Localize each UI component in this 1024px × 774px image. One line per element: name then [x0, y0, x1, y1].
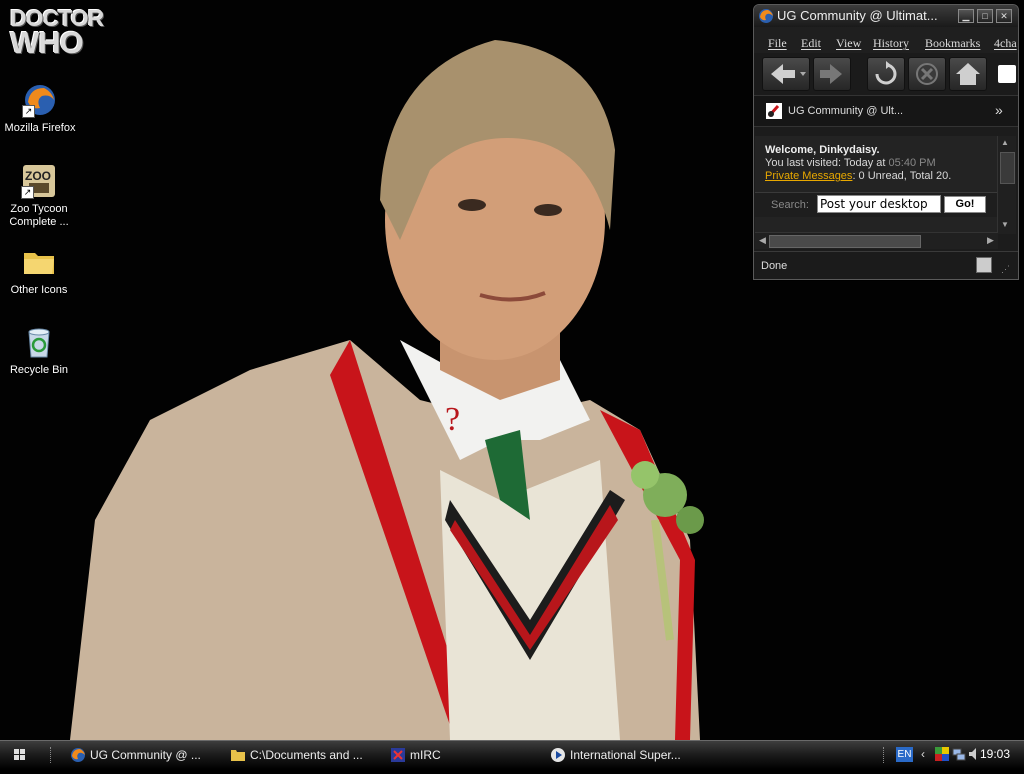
desktop-icon-zoo-tycoon[interactable]: ZOO ↗ Zoo Tycoon Complete ...	[0, 163, 79, 229]
folder-icon	[230, 747, 246, 763]
desktop-icon-label: Zoo Tycoon Complete ...	[9, 203, 69, 228]
navigation-toolbar	[754, 53, 1018, 95]
menu-history[interactable]: History	[873, 36, 909, 51]
network-icon[interactable]	[952, 747, 966, 761]
desktop-icon-firefox[interactable]: ↗ Mozilla Firefox	[0, 82, 80, 135]
mirc-icon	[390, 747, 406, 763]
tray-grip	[883, 747, 887, 763]
close-button[interactable]: ✕	[996, 9, 1012, 23]
taskbar-grip[interactable]	[50, 747, 54, 763]
vertical-scrollbar[interactable]: ▲ ▼	[997, 136, 1016, 234]
ug-favicon-icon	[766, 103, 782, 119]
task-label: UG Community @ ...	[90, 748, 201, 762]
show-hidden-icons-button[interactable]: ‹	[921, 747, 925, 761]
desktop-icon-other-icons[interactable]: Other Icons	[0, 244, 79, 297]
minimize-button[interactable]: ▁	[958, 9, 974, 23]
last-visited-label: You last visited: Today at	[765, 157, 886, 169]
taskbar: UG Community @ ... C:\Documents and ... …	[0, 740, 1024, 769]
desktop-icon-label: Other Icons	[10, 284, 68, 296]
vertical-scroll-thumb[interactable]	[1000, 152, 1015, 184]
last-visited-time: 05:40 PM	[888, 157, 936, 169]
window-title: UG Community @ Ultimat...	[777, 8, 938, 23]
media-player-icon	[550, 747, 566, 763]
desktop-icon-label: Mozilla Firefox	[4, 122, 76, 134]
private-messages-link[interactable]: Private Messages	[765, 170, 852, 182]
stop-icon	[916, 63, 938, 85]
horizontal-scroll-thumb[interactable]	[769, 235, 921, 248]
recycle-bin-icon	[21, 324, 57, 360]
home-icon	[956, 63, 980, 85]
menu-bookmarks[interactable]: Bookmarks	[925, 36, 980, 51]
back-icon	[771, 64, 806, 84]
welcome-box: Welcome, Dinkydaisy. You last visited: T…	[765, 144, 951, 183]
scroll-left-arrow-icon[interactable]: ◀	[759, 235, 766, 246]
clock[interactable]: 19:03	[980, 747, 1010, 761]
firefox-icon: ↗	[22, 82, 58, 118]
task-label: C:\Documents and ...	[250, 748, 363, 762]
tab-bar: UG Community @ Ult... »	[754, 95, 1018, 127]
volume-icon[interactable]	[968, 747, 978, 761]
folder-icon	[21, 244, 57, 280]
logo-line-2: WHO	[10, 24, 84, 60]
shortcut-arrow-icon: ↗	[22, 105, 35, 118]
menu-view[interactable]: View	[836, 36, 861, 51]
firefox-window[interactable]: UG Community @ Ultimat... ▁ □ ✕ File Edi…	[753, 4, 1019, 280]
search-input[interactable]: Post your desktop	[817, 195, 941, 213]
windows-logo-icon	[14, 749, 25, 760]
status-addon-icon[interactable]	[976, 257, 992, 273]
scroll-right-arrow-icon[interactable]: ▶	[987, 235, 994, 246]
scroll-up-arrow-icon[interactable]: ▲	[1001, 138, 1009, 147]
shortcut-arrow-icon: ↗	[21, 186, 34, 199]
menu-4chan[interactable]: 4cha	[994, 36, 1017, 51]
task-label: mIRC	[410, 748, 441, 762]
menu-bar: File Edit View History Bookmarks 4cha	[754, 27, 1018, 53]
desktop-icon-label: Recycle Bin	[9, 364, 69, 376]
resize-grip-icon[interactable]: ⋰	[1001, 264, 1010, 275]
language-indicator[interactable]: EN	[896, 747, 913, 762]
tab-overflow-button[interactable]: »	[995, 102, 1003, 118]
welcome-greeting: Welcome, Dinkydaisy.	[765, 144, 880, 156]
task-button-firefox[interactable]: UG Community @ ...	[70, 744, 210, 766]
horizontal-scrollbar[interactable]: ◀ ▶	[755, 232, 998, 249]
search-label: Search:	[771, 199, 809, 211]
firefox-icon	[70, 747, 86, 763]
stop-button[interactable]	[908, 57, 946, 91]
extension-icon[interactable]	[998, 65, 1016, 83]
svg-text:ZOO: ZOO	[25, 169, 51, 183]
reload-icon	[875, 61, 897, 85]
status-bar: Done ⋰	[754, 251, 1018, 279]
tab-title[interactable]: UG Community @ Ult...	[788, 105, 903, 117]
tray-app-icon[interactable]	[935, 747, 949, 761]
scroll-down-arrow-icon[interactable]: ▼	[1001, 220, 1009, 229]
maximize-button[interactable]: □	[977, 9, 993, 23]
status-text: Done	[761, 260, 788, 272]
task-button-media-player[interactable]: International Super...	[550, 744, 700, 766]
home-button[interactable]	[949, 57, 987, 91]
svg-text:?: ?	[445, 401, 460, 438]
desktop-icon-recycle-bin[interactable]: Recycle Bin	[0, 324, 79, 377]
reload-button[interactable]	[867, 57, 905, 91]
doctor-who-logo: DOCTOR WHO	[10, 7, 104, 60]
menu-file[interactable]: File	[768, 36, 787, 51]
pm-summary: : 0 Unread, Total 20.	[852, 170, 952, 182]
task-button-mirc[interactable]: mIRC	[390, 744, 535, 766]
go-button[interactable]: Go!	[944, 196, 986, 213]
forward-icon	[820, 64, 842, 84]
search-row: Search: Post your desktop Go!	[755, 192, 998, 217]
zoo-tycoon-icon: ZOO ↗	[21, 163, 57, 199]
start-button[interactable]	[0, 741, 40, 769]
page-content: Welcome, Dinkydaisy. You last visited: T…	[755, 136, 998, 234]
menu-edit[interactable]: Edit	[801, 36, 821, 51]
back-button[interactable]	[762, 57, 810, 91]
task-label: International Super...	[570, 748, 681, 762]
task-button-explorer[interactable]: C:\Documents and ...	[230, 744, 375, 766]
window-titlebar[interactable]: UG Community @ Ultimat... ▁ □ ✕	[754, 5, 1018, 27]
forward-button[interactable]	[813, 57, 851, 91]
